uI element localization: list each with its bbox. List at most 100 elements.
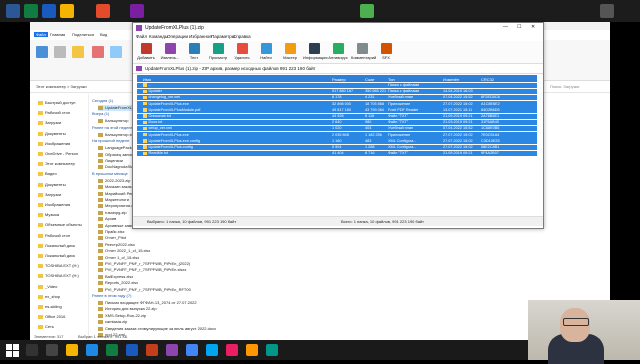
archive-row[interactable]: .. Папка с файлами [137, 82, 537, 89]
up-folder-icon[interactable] [136, 66, 142, 71]
search-icon[interactable] [26, 344, 38, 356]
task-view-icon[interactable] [46, 344, 58, 356]
nav-item[interactable]: Документы [38, 182, 66, 188]
word-icon[interactable] [42, 4, 56, 18]
file-row[interactable]: PVI_PVNFF_PNF_r_7SFPFWB_PiPrEn_RFT00 [98, 287, 191, 293]
nav-item[interactable]: Рабочий стол [38, 233, 70, 239]
file-row[interactable]: Reports_2022.xlsx [98, 280, 138, 286]
archive-row[interactable]: UpdateFromXLPlus.exe 2 035 808 1 182 256 Пр… [137, 132, 537, 138]
archive-row[interactable]: ReadMe.txt 41 404 8 716 Файл "TXT" 21.09.201… [137, 150, 537, 157]
archive-row[interactable]: UpdateFromXLPlus.config 5 904 1 268 XML Con… [137, 144, 537, 151]
archive-row[interactable]: UpdateFromXLPlus.exe.config 1 160 483 XML C… [137, 138, 537, 144]
file-row[interactable]: PVI_PVNFF_PNF_r_7SFPFWB_PiPrEn_(2022) [98, 261, 190, 267]
app-icon[interactable] [226, 344, 238, 356]
file-row[interactable]: Реестр2022.xlsx [98, 242, 135, 248]
tab-share[interactable]: Поделиться [72, 32, 94, 37]
group-header[interactable]: Ранее в этом году (7) [92, 293, 131, 299]
app-icon[interactable] [96, 4, 110, 18]
app-icon[interactable] [246, 344, 258, 356]
file-row[interactable]: BalExpress.xlsx [98, 274, 133, 280]
nav-item[interactable]: Загрузки [38, 120, 61, 126]
app-icon[interactable] [360, 4, 374, 18]
close-button[interactable]: ✕ [531, 24, 535, 30]
menu-options[interactable]: Параметры [211, 34, 235, 39]
nav-item[interactable]: TOSHIBA EXT (H:) [38, 263, 79, 269]
tab-file[interactable]: Файл [34, 32, 48, 37]
archive-path-bar[interactable]: UpdateFromXLPlus (1).zip - ZIP архив, ра… [133, 64, 543, 74]
menu-commands[interactable]: Команды [149, 34, 168, 39]
file-row[interactable]: rusainpg.zip [98, 210, 127, 216]
maximize-button[interactable]: ☐ [517, 24, 521, 30]
file-row[interactable]: Лицензии [98, 158, 123, 164]
menu-file[interactable]: Файл [136, 34, 147, 39]
nav-item[interactable]: Музыка [38, 212, 59, 218]
app-icon[interactable] [6, 4, 20, 18]
nav-item[interactable]: Объемные объекты [38, 222, 82, 228]
nav-item[interactable]: Загрузки [38, 192, 61, 198]
nav-item[interactable]: Office 2016 [38, 314, 65, 320]
archive-row[interactable]: setup_ver.xml 1 020 404 Учебный план 07.04.2… [137, 125, 537, 132]
nav-item[interactable]: Изображения [38, 141, 70, 147]
move-icon[interactable] [110, 46, 122, 58]
file-row[interactable]: DocNagrudaStat [98, 164, 135, 170]
file-row[interactable]: 2022-2023.zip [98, 178, 130, 184]
group-header[interactable]: На прошлой неделе [92, 138, 129, 144]
col-modified[interactable]: Изменён [443, 77, 459, 82]
col-type[interactable]: Тип [388, 77, 395, 82]
file-row[interactable]: Отчет 2022_1_cf_15.xlsx [98, 248, 150, 254]
tab-view[interactable]: Вид [100, 32, 107, 37]
nav-item[interactable]: Документы [38, 131, 66, 137]
file-row[interactable]: Калькулятор [98, 118, 128, 124]
excel-icon[interactable] [24, 4, 38, 18]
extract-button[interactable]: Извлечь... [159, 43, 181, 60]
archive-row[interactable]: Updater 917 880 167 350 685 221 Папка с фай… [137, 88, 537, 95]
folder-icon[interactable] [66, 344, 78, 356]
breadcrumb[interactable]: Этот компьютер > Загрузки [36, 84, 87, 89]
start-button[interactable] [6, 344, 19, 357]
file-row[interactable]: Сведения заказа стимулирующие за июль ав… [98, 326, 216, 332]
nav-item[interactable]: Рабочий стол [38, 110, 70, 116]
powerpoint-icon[interactable] [146, 344, 158, 356]
app-icon[interactable] [266, 344, 278, 356]
file-row[interactable]: Отчет 1_cf_15.xlsx [98, 255, 139, 261]
antivirus-button[interactable]: Антивирус [327, 43, 349, 60]
file-row[interactable]: camtasia.zip [98, 319, 127, 325]
copy-icon[interactable] [54, 46, 66, 58]
archive-row[interactable]: UpdateFromXLPlus.exe 32 898 000 18 705 868… [137, 101, 537, 107]
nav-item[interactable]: Этот компьютер [38, 161, 75, 167]
group-header[interactable]: В прошлом месяце [92, 171, 128, 177]
file-row[interactable]: Маркетологи [98, 197, 129, 203]
col-size[interactable]: Размер [332, 77, 346, 82]
file-row[interactable]: PVI_PVNFF_PNF_r_7SFPFWB_PiPrEn.xlsxx [98, 267, 186, 273]
file-row[interactable]: Отчет_Pilot [98, 235, 126, 241]
archive-row[interactable]: UpdateFromXLPlusModule.pdf 49 817 180 43 7… [137, 107, 537, 113]
window-icon[interactable] [600, 4, 614, 18]
add-button[interactable]: Добавить [135, 43, 157, 60]
col-packed[interactable]: Сжат [365, 77, 375, 82]
group-header[interactable]: Сегодня (1) [92, 98, 113, 104]
nav-item[interactable]: es-sklling [38, 304, 62, 310]
archive-row[interactable]: changelog_ver.xml 8 178 4 231 Учебный план 0… [137, 94, 537, 101]
pin-icon[interactable] [36, 46, 48, 58]
nav-item[interactable]: _Video [38, 284, 57, 290]
nav-item[interactable]: Видео [38, 171, 57, 177]
find-button[interactable]: Найти [255, 43, 277, 60]
nav-item[interactable]: Локальный диск [38, 253, 75, 259]
file-row[interactable]: Письмо входящее ФГФАН-13_2074 от 27.07.2… [98, 300, 197, 306]
archive-row[interactable]: Docs.txt 2 640 980 Файл "TXT" 21.03.2019 09:… [137, 119, 537, 126]
winrar-icon[interactable] [166, 344, 178, 356]
nav-item[interactable]: Сеть [38, 324, 54, 330]
view-button[interactable]: Просмотр [207, 43, 229, 60]
nav-item[interactable]: Быстрый доступ [38, 100, 75, 106]
file-row[interactable]: Прайс.xlsx [98, 229, 125, 235]
nav-item[interactable]: ex_shop [38, 294, 60, 300]
nav-item[interactable]: Изображения [38, 202, 70, 208]
chrome-icon[interactable] [186, 344, 198, 356]
folder-icon[interactable] [60, 4, 74, 18]
paste-icon[interactable] [72, 46, 84, 58]
file-row[interactable]: История для выпуска 22.zip [98, 306, 157, 312]
col-crc[interactable]: CRC32 [481, 77, 494, 82]
nav-item[interactable]: Локальный диск [38, 243, 75, 249]
comment-button[interactable]: Комментарий [351, 43, 376, 60]
wizard-button[interactable]: Мастер [279, 43, 301, 60]
